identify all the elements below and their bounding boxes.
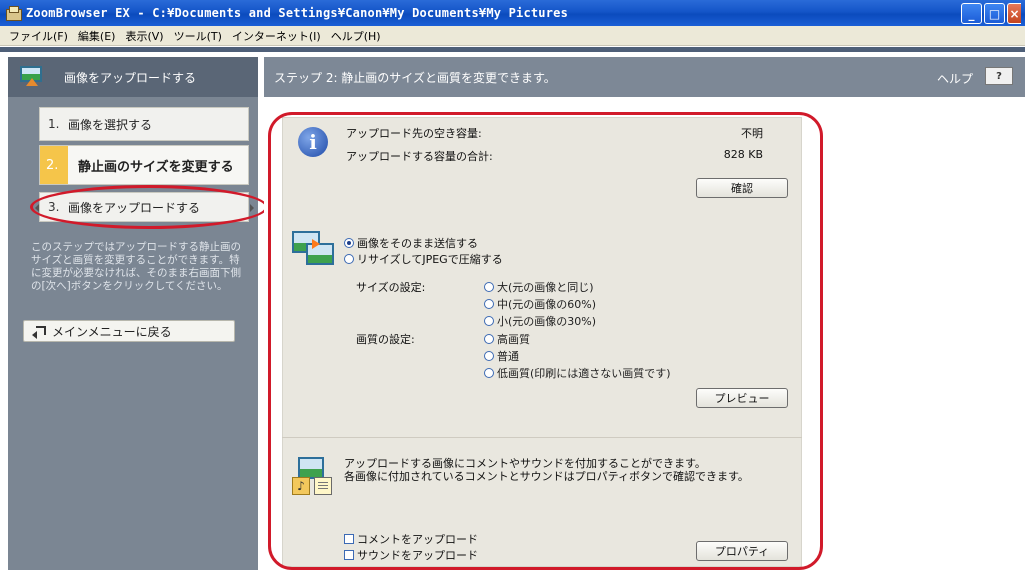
upload-picture-icon xyxy=(20,66,44,88)
help-button[interactable]: ? xyxy=(985,67,1013,85)
step-title: ステップ 2: 静止画のサイズと画質を変更できます。 xyxy=(274,70,556,85)
menu-help[interactable]: ヘルプ(H) xyxy=(326,28,386,44)
menu-tools[interactable]: ツール(T) xyxy=(169,28,227,44)
window-title: ZoomBrowser EX - C:¥Documents and Settin… xyxy=(26,6,568,20)
return-arrow-icon xyxy=(32,326,46,339)
step-number: 2. xyxy=(40,146,68,184)
left-panel: 画像をアップロードする 1. 画像を選択する 2. 静止画のサイズを変更する 3… xyxy=(8,57,268,570)
help-link[interactable]: ヘルプ xyxy=(937,70,973,87)
highlight-oval xyxy=(30,185,268,229)
close-button[interactable]: × xyxy=(1007,3,1021,24)
maximize-button[interactable]: □ xyxy=(984,3,1005,24)
title-bar: ZoomBrowser EX - C:¥Documents and Settin… xyxy=(0,0,1025,26)
highlight-rounded-box xyxy=(268,112,823,570)
left-panel-title: 画像をアップロードする xyxy=(64,70,197,85)
minimize-button[interactable]: _ xyxy=(961,3,982,24)
step-label: 画像を選択する xyxy=(68,117,153,132)
left-panel-header: 画像をアップロードする xyxy=(8,57,258,97)
menu-file[interactable]: ファイル(F) xyxy=(4,28,73,44)
menu-view[interactable]: 表示(V) xyxy=(120,28,168,44)
menu-internet[interactable]: インターネット(I) xyxy=(227,28,326,44)
back-button-label: メインメニューに戻る xyxy=(52,324,172,339)
back-to-main-menu-button[interactable]: メインメニューに戻る xyxy=(23,320,235,342)
step-help-text: このステップではアップロードする静止画のサイズと画質を変更することができます。特… xyxy=(31,241,241,292)
step-resize-images[interactable]: 2. 静止画のサイズを変更する xyxy=(39,145,249,185)
window-controls: _ □ × xyxy=(961,3,1021,24)
step-select-images[interactable]: 1. 画像を選択する xyxy=(39,107,249,141)
right-panel-header: ステップ 2: 静止画のサイズと画質を変更できます。 xyxy=(264,57,1025,97)
step-label: 静止画のサイズを変更する xyxy=(78,159,234,175)
menu-bar: ファイル(F) 編集(E) 表示(V) ツール(T) インターネット(I) ヘル… xyxy=(0,26,1025,46)
step-number: 1. xyxy=(48,117,60,131)
app-icon xyxy=(6,6,22,21)
toolbar-strip xyxy=(0,47,1025,52)
menu-edit[interactable]: 編集(E) xyxy=(73,28,121,44)
